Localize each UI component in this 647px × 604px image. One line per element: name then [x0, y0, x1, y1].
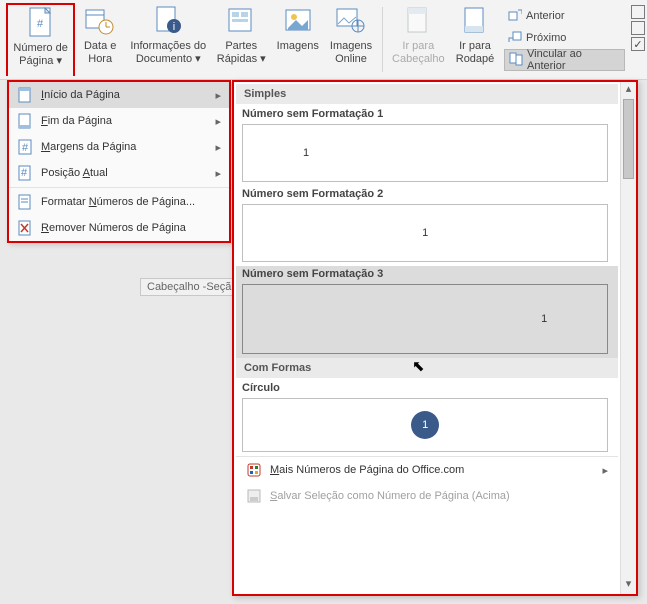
- document-info-button[interactable]: i Informações do Documento ▾: [125, 3, 211, 76]
- gallery-preview: 1: [242, 398, 608, 452]
- quick-parts-label: Partes Rápidas ▾: [217, 40, 266, 66]
- page-number-menu: Início da Página ▸ Fim da Página ▸ # Mar…: [7, 80, 231, 243]
- page-margins-icon: #: [17, 139, 33, 155]
- scrollbar-thumb[interactable]: [623, 99, 634, 179]
- menu-bottom-of-page[interactable]: Fim da Página ▸: [9, 108, 229, 134]
- gallery-item-title: Círculo: [242, 382, 612, 394]
- page-number-icon: #: [25, 7, 57, 39]
- save-icon: [246, 488, 262, 504]
- goto-header-icon: [402, 5, 434, 37]
- ribbon-separator: [382, 7, 383, 72]
- gallery-header-simple: Simples: [236, 84, 618, 104]
- menu-top-of-page[interactable]: Início da Página ▸: [9, 82, 229, 108]
- next-button[interactable]: Próximo: [504, 27, 625, 49]
- menu-remove-numbers-label: Remover Números de Página: [41, 222, 221, 234]
- previous-button[interactable]: Anterior: [504, 5, 625, 27]
- images-button[interactable]: Imagens: [271, 3, 324, 76]
- gallery-preview: 1: [242, 204, 608, 262]
- gallery-preview: 1: [242, 284, 608, 354]
- previous-label: Anterior: [526, 10, 565, 22]
- menu-page-margins-label: Margens da Página: [41, 141, 207, 153]
- gallery-header-shapes: Com Formas: [236, 358, 618, 378]
- link-previous-icon: [509, 52, 523, 69]
- submenu-arrow-icon: ▸: [215, 167, 221, 180]
- link-previous-button[interactable]: Vincular ao Anterior: [504, 49, 625, 71]
- gallery-item-title: Número sem Formatação 3: [242, 268, 612, 280]
- previous-icon: [508, 8, 522, 25]
- svg-text:#: #: [21, 167, 28, 179]
- more-from-office-label: Mais Números de Página do Office.com: [270, 464, 464, 476]
- submenu-arrow-icon: ▸: [215, 115, 221, 128]
- submenu-arrow-icon: ▸: [215, 141, 221, 154]
- page-number-gallery: Simples Número sem Formatação 1 1 Número…: [232, 80, 638, 596]
- goto-header-label: Ir para Cabeçalho: [392, 40, 445, 66]
- scroll-down-icon[interactable]: ▾: [621, 577, 636, 594]
- date-time-icon: [84, 5, 116, 37]
- submenu-arrow-icon: ▸: [602, 464, 608, 477]
- goto-footer-button[interactable]: Ir para Rodapé: [450, 3, 500, 76]
- save-selection-label: Salvar Seleção como Número de Página (Ac…: [270, 490, 510, 502]
- menu-current-position-label: Posição Atual: [41, 167, 207, 179]
- menu-page-margins[interactable]: # Margens da Página ▸: [9, 134, 229, 160]
- save-selection-button: Salvar Seleção como Número de Página (Ac…: [236, 483, 618, 509]
- svg-text:#: #: [37, 18, 44, 30]
- remove-numbers-icon: [17, 220, 33, 236]
- bottom-of-page-icon: [17, 113, 33, 129]
- online-images-button[interactable]: Imagens Online: [324, 3, 377, 76]
- nav-stack: Anterior Próximo Vincular ao Anterior: [500, 3, 629, 76]
- menu-format-numbers-label: Formatar Números de Página...: [41, 196, 221, 208]
- menu-top-of-page-label: Início da Página: [41, 89, 207, 101]
- top-of-page-icon: [17, 87, 33, 103]
- next-icon: [508, 30, 522, 47]
- goto-header-button[interactable]: Ir para Cabeçalho: [387, 3, 450, 76]
- menu-current-position[interactable]: # Posição Atual ▸: [9, 160, 229, 186]
- header-section-tag: Cabeçalho -Seçã: [140, 278, 238, 296]
- more-from-office-button[interactable]: Mais Números de Página do Office.com ▸: [236, 457, 618, 483]
- gallery-footer: Mais Números de Página do Office.com ▸ S…: [236, 456, 618, 509]
- checkbox-column: ✓: [629, 3, 647, 76]
- online-images-label: Imagens Online: [330, 40, 372, 66]
- svg-text:#: #: [22, 142, 29, 154]
- option-check-2[interactable]: [631, 21, 645, 35]
- format-numbers-icon: [17, 194, 33, 210]
- menu-bottom-of-page-label: Fim da Página: [41, 115, 207, 127]
- gallery-item-plain-3[interactable]: Número sem Formatação 3 1: [236, 266, 618, 358]
- images-icon: [282, 5, 314, 37]
- document-info-icon: i: [152, 5, 184, 37]
- scrollbar-track[interactable]: [621, 179, 636, 577]
- quick-parts-icon: [225, 5, 257, 37]
- gallery-item-circle[interactable]: Círculo 1: [236, 380, 618, 456]
- option-check-1[interactable]: [631, 5, 645, 19]
- gallery-scroll-area[interactable]: Simples Número sem Formatação 1 1 Número…: [234, 82, 620, 594]
- gallery-item-title: Número sem Formatação 1: [242, 108, 612, 120]
- next-label: Próximo: [526, 32, 566, 44]
- gallery-item-title: Número sem Formatação 2: [242, 188, 612, 200]
- svg-text:i: i: [173, 21, 175, 33]
- images-label: Imagens: [277, 40, 319, 53]
- gallery-scrollbar[interactable]: ▴ ▾: [620, 82, 636, 594]
- link-previous-label: Vincular ao Anterior: [527, 48, 620, 72]
- page-number-label: Número de Página ▾: [13, 42, 67, 68]
- office-icon: [246, 462, 262, 478]
- gallery-item-plain-1[interactable]: Número sem Formatação 1 1: [236, 106, 618, 186]
- current-position-icon: #: [17, 165, 33, 181]
- gallery-preview: 1: [242, 124, 608, 182]
- gallery-item-plain-2[interactable]: Número sem Formatação 2 1: [236, 186, 618, 266]
- submenu-arrow-icon: ▸: [215, 89, 221, 102]
- menu-format-numbers[interactable]: Formatar Números de Página...: [9, 189, 229, 215]
- scroll-up-icon[interactable]: ▴: [621, 82, 636, 99]
- goto-footer-label: Ir para Rodapé: [456, 40, 495, 66]
- circle-preview: 1: [411, 411, 439, 439]
- date-time-button[interactable]: Data e Hora: [75, 3, 125, 76]
- date-time-label: Data e Hora: [84, 40, 116, 66]
- page-number-button[interactable]: # Número de Página ▾: [6, 3, 75, 76]
- option-check-3[interactable]: ✓: [631, 37, 645, 51]
- quick-parts-button[interactable]: Partes Rápidas ▾: [211, 3, 271, 76]
- document-info-label: Informações do Documento ▾: [130, 40, 206, 66]
- goto-footer-icon: [459, 5, 491, 37]
- online-images-icon: [335, 5, 367, 37]
- menu-remove-numbers[interactable]: Remover Números de Página: [9, 215, 229, 241]
